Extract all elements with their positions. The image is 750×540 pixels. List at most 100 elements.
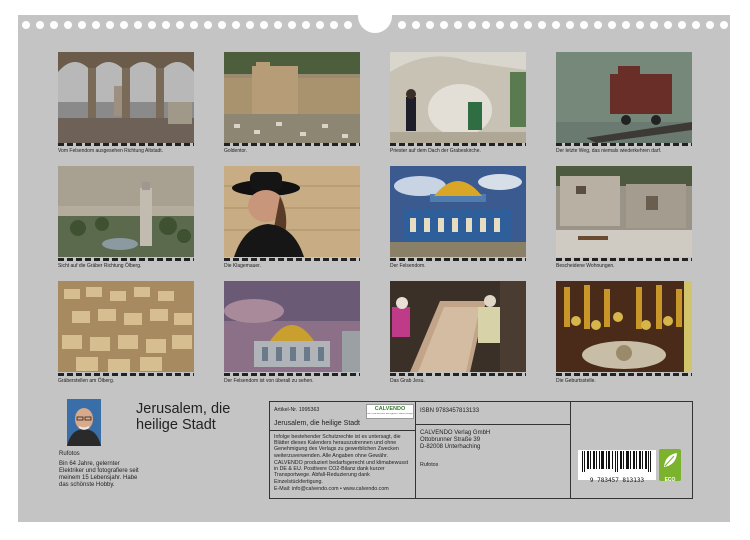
binding-hole	[622, 21, 630, 29]
binding-hole	[552, 21, 560, 29]
photo-strip	[556, 258, 692, 261]
binding-hole	[496, 21, 504, 29]
calendar-title-line2: heilige Stadt	[136, 417, 216, 433]
publisher-name: CALVENDO Verlag GmbH	[420, 430, 491, 436]
contact-email: E-Mail: info@calvendo.com • www.calvendo…	[274, 486, 389, 492]
photo-wailing-wall	[224, 166, 360, 257]
article-number: Artikel-Nr. 1995363	[274, 407, 320, 413]
isbn: ISBN 9783457813133	[420, 408, 480, 414]
photo-caption: Der Felsendom.	[390, 263, 426, 269]
legal-notice: Infolge bestehender Schutzrechte ist es …	[274, 434, 401, 459]
binding-hole	[468, 21, 476, 29]
photo-caption: Die Geburtsstelle.	[556, 378, 596, 384]
calendar-back-cover: Vom Felsendom ausgesehen Richtung Altsta…	[18, 13, 730, 522]
photo-strip	[224, 373, 360, 376]
calvendo-logo-text: CALVENDO	[374, 406, 406, 412]
binding-hole	[636, 21, 644, 29]
photo-caption: Der letzte Weg, das niemals wiederkehren…	[556, 148, 662, 154]
divider	[270, 430, 415, 431]
binding-hole	[566, 21, 574, 29]
binding-hole	[92, 21, 100, 29]
photo-strip	[58, 143, 194, 146]
binding-hole	[78, 21, 86, 29]
photo-strip	[58, 373, 194, 376]
photo-strip	[556, 373, 692, 376]
photo-graves-olive-mount	[58, 166, 194, 257]
photo-birthplace	[556, 281, 692, 372]
info-calendar-title: Jerusalem, die heilige Stadt	[274, 420, 360, 427]
binding-hole	[412, 21, 420, 29]
photo-dome-from-afar	[224, 281, 360, 372]
binding-hole	[64, 21, 72, 29]
binding-hole	[204, 21, 212, 29]
author-bio: Bin 64 Jahre, gelernter Elektriker und f…	[59, 461, 139, 488]
barcode-number: 9 783457 813133	[589, 477, 645, 484]
photo-golden-gate	[224, 52, 360, 143]
photo-grave-sites	[58, 281, 194, 372]
binding-hole	[720, 21, 728, 29]
binding-hole	[664, 21, 672, 29]
binding-hole	[274, 21, 282, 29]
publisher-city: D-82008 Unterhaching	[420, 444, 481, 450]
binding-hole	[344, 21, 352, 29]
barcode: 9 783457 813133	[578, 450, 656, 484]
photo-old-city-arches	[58, 52, 194, 143]
binding-hole	[106, 21, 114, 29]
photo-caption: Der Felsendom ist von überall zu sehen.	[224, 378, 314, 384]
binding-hole	[692, 21, 700, 29]
photo-caption: Das Grab Jesu.	[390, 378, 425, 384]
binding-hole	[538, 21, 546, 29]
photo-strip	[58, 258, 194, 261]
photo-dome-of-the-rock	[390, 166, 526, 257]
eco-badge: ECO	[659, 449, 681, 483]
photo-caption: Bescheidene Wohnungen.	[556, 263, 615, 269]
photo-caption: Goldentor.	[224, 148, 248, 154]
binding-hole	[524, 21, 532, 29]
photo-strip	[556, 143, 692, 146]
binding-hole	[706, 21, 714, 29]
binding-hole	[594, 21, 602, 29]
photo-wagon	[556, 52, 692, 143]
binding-hole	[162, 21, 170, 29]
binding-hole	[148, 21, 156, 29]
binding-hole	[510, 21, 518, 29]
photo-strip	[390, 373, 526, 376]
calvendo-logo-sub: Ein Unternehmen der Agentur Veerle Desig…	[367, 413, 413, 415]
publisher-info-box: Artikel-Nr. 1995363 CALVENDO Ein Unterne…	[269, 401, 693, 499]
binding-hole	[36, 21, 44, 29]
binding-hole	[50, 21, 58, 29]
binding-hole	[190, 21, 198, 29]
binding-hole	[330, 21, 338, 29]
binding-hole	[426, 21, 434, 29]
binding-hole	[120, 21, 128, 29]
binding-hole	[580, 21, 588, 29]
author-portrait	[67, 399, 101, 446]
photo-caption: Vom Felsendom ausgesehen Richtung Altsta…	[58, 148, 164, 154]
photo-strip	[224, 143, 360, 146]
binding-hole	[398, 21, 406, 29]
binding-hole	[440, 21, 448, 29]
photographer-credit: Rufotos	[420, 462, 439, 468]
photo-strip	[390, 143, 526, 146]
barcode-bars	[582, 451, 651, 472]
binding-hole	[260, 21, 268, 29]
binding-hole	[246, 21, 254, 29]
photo-humble-dwellings	[556, 166, 692, 257]
binding-hole	[482, 21, 490, 29]
eco-label: ECO	[664, 477, 676, 483]
calendar-title: Jerusalem, die heilige Stadt	[136, 401, 230, 433]
photo-caption: Die Klagemauer.	[224, 263, 261, 269]
binding-hole	[302, 21, 310, 29]
publisher-street: Ottobrunner Straße 39	[420, 437, 481, 443]
divider	[415, 424, 570, 425]
binding-hole	[678, 21, 686, 29]
binding-hole	[218, 21, 226, 29]
binding-hole	[176, 21, 184, 29]
binding-hole	[608, 21, 616, 29]
photo-caption: Priester auf dem Dach der Grabeskirche.	[390, 148, 481, 154]
binding-hole	[288, 21, 296, 29]
divider	[415, 402, 416, 498]
binding-hole	[650, 21, 658, 29]
photo-strip	[390, 258, 526, 261]
calendar-title-line1: Jerusalem, die	[136, 401, 231, 417]
